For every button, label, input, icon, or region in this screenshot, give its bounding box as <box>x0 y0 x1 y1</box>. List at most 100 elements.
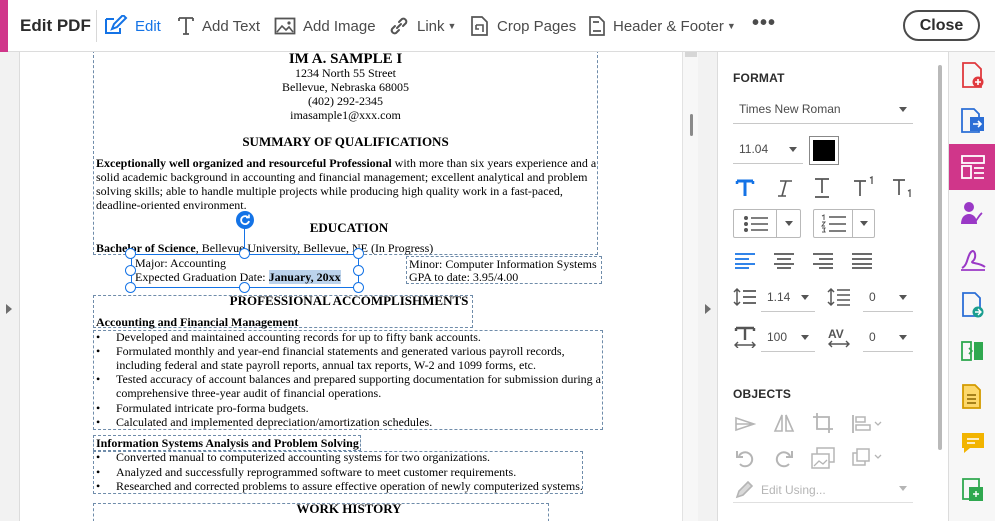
resize-handle-bl[interactable] <box>125 282 136 293</box>
bold-text-icon[interactable] <box>735 178 755 198</box>
fill-sign-icon <box>960 250 986 271</box>
resize-handle-br[interactable] <box>353 282 364 293</box>
edit-pdf-tool[interactable] <box>949 144 995 190</box>
header-footer-button[interactable]: Header & Footer ▼ <box>588 14 736 38</box>
accomplishments-heading[interactable]: PROFESSIONAL ACCOMPLISHMENTS <box>93 294 605 308</box>
resize-handle-ml[interactable] <box>125 265 136 276</box>
summary-line-1[interactable]: Exceptionally well organized and resourc… <box>96 156 596 170</box>
organize-pages-tool[interactable] <box>949 328 995 374</box>
compress-tool[interactable] <box>949 466 995 512</box>
summary-line-4[interactable]: deadline-oriented environment. <box>96 198 247 212</box>
summary-line-3[interactable]: solving skills; able to handle multiple … <box>96 184 563 198</box>
header-footer-dropdown-caret[interactable]: ▼ <box>727 21 736 31</box>
edit-pdf-icon <box>960 155 985 179</box>
bullet-list-button[interactable] <box>733 209 801 238</box>
add-image-button[interactable]: Add Image <box>274 14 376 38</box>
chevron-down-icon <box>899 295 907 300</box>
rotate-counterclockwise-icon[interactable] <box>735 449 755 469</box>
chevron-down-icon[interactable] <box>860 221 868 226</box>
align-right-icon[interactable] <box>813 253 833 269</box>
flip-vertical-icon[interactable] <box>772 412 796 434</box>
grad-line[interactable]: Expected Graduation Date: January, 20xx <box>135 270 341 284</box>
collapse-right-panel-icon <box>705 304 711 314</box>
horizontal-scaling-icon <box>734 326 756 348</box>
gpa-line[interactable]: GPA to date: 3.95/4.00 <box>409 270 518 284</box>
add-text-label: Add Text <box>202 17 261 35</box>
format-panel-scrollbar[interactable] <box>938 65 942 450</box>
document-page[interactable]: IM A. SAMPLE I 1234 North 55 Street Bell… <box>21 52 682 521</box>
add-text-button[interactable]: Add Text <box>177 14 260 38</box>
request-signature-tool[interactable] <box>949 190 995 236</box>
subscript-icon[interactable] <box>891 176 915 200</box>
chevron-down-icon <box>801 295 809 300</box>
resize-handle-tc[interactable] <box>239 248 250 259</box>
education-heading[interactable]: EDUCATION <box>93 221 605 235</box>
horizontal-scale-dropdown[interactable]: 100 <box>761 330 815 352</box>
acct-subheading[interactable]: Accounting and Financial Management <box>96 315 298 329</box>
document-scrollbar[interactable] <box>682 52 698 521</box>
replace-image-icon[interactable] <box>811 447 835 469</box>
export-pdf-tool[interactable] <box>949 98 995 144</box>
align-center-icon[interactable] <box>774 253 794 269</box>
arrange-objects-icon[interactable] <box>851 448 885 468</box>
paragraph-spacing-icon <box>827 287 850 307</box>
summary-heading[interactable]: SUMMARY OF QUALIFICATIONS <box>93 135 598 149</box>
degree-line[interactable]: Bachelor of Science, Bellevue University… <box>96 241 433 255</box>
crop-pages-button[interactable]: Crop Pages <box>470 14 576 38</box>
create-pdf-tool[interactable] <box>949 52 995 98</box>
close-button[interactable]: Close <box>903 10 980 41</box>
align-left-icon[interactable] <box>735 253 755 269</box>
comment-tool[interactable] <box>949 420 995 466</box>
chevron-down-icon <box>899 486 907 491</box>
align-objects-icon[interactable] <box>851 414 885 434</box>
superscript-icon[interactable] <box>852 176 876 198</box>
resize-handle-tl[interactable] <box>125 248 136 259</box>
right-panel-toggle[interactable] <box>698 52 718 521</box>
line-spacing-dropdown[interactable]: 1.14 <box>761 290 815 312</box>
minor-line[interactable]: Minor: Computer Information Systems <box>409 257 597 271</box>
doc-email[interactable]: imasample1@xxx.com <box>93 108 598 122</box>
link-dropdown-caret[interactable]: ▼ <box>448 21 457 31</box>
scrollbar-thumb[interactable] <box>690 114 693 136</box>
scrollbar-top-cap <box>685 52 697 57</box>
split-divider <box>776 210 777 237</box>
numbered-list-button[interactable] <box>813 209 875 238</box>
flip-horizontal-icon[interactable] <box>734 414 756 434</box>
resize-handle-tr[interactable] <box>353 248 364 259</box>
is-subheading[interactable]: Information Systems Analysis and Problem… <box>96 436 359 450</box>
edit-using-dropdown[interactable]: Edit Using... <box>733 481 913 503</box>
font-size-dropdown[interactable]: 11.04 <box>733 142 803 164</box>
doc-address-2[interactable]: Bellevue, Nebraska 68005 <box>93 80 598 94</box>
justify-icon[interactable] <box>852 253 872 269</box>
share-tool[interactable] <box>949 282 995 328</box>
italic-text-icon[interactable] <box>774 178 794 198</box>
resize-handle-mr[interactable] <box>353 265 364 276</box>
edit-using-label: Edit Using... <box>761 483 826 497</box>
line-spacing-icon <box>733 287 756 307</box>
summary-line-2[interactable]: solid academic background in accounting … <box>96 170 587 184</box>
doc-address-1[interactable]: 1234 North 55 Street <box>93 66 598 80</box>
font-family-dropdown[interactable]: Times New Roman <box>733 102 913 124</box>
left-panel-toggle[interactable] <box>0 52 20 521</box>
paragraph-spacing-dropdown[interactable]: 0 <box>863 290 913 312</box>
work-history-heading[interactable]: WORK HISTORY <box>93 502 605 516</box>
link-button[interactable]: Link ▼ <box>388 14 456 38</box>
comment-icon <box>961 433 984 453</box>
font-color-picker[interactable] <box>809 136 839 165</box>
more-options-button[interactable]: ••• <box>752 12 776 35</box>
edit-button[interactable]: Edit <box>104 14 161 38</box>
character-spacing-dropdown[interactable]: 0 <box>863 330 913 352</box>
resize-handle-bc[interactable] <box>239 282 250 293</box>
major-line[interactable]: Major: Accounting <box>135 256 226 270</box>
summary-bold-text: Exceptionally well organized and resourc… <box>96 156 392 170</box>
rotate-clockwise-icon[interactable] <box>774 449 794 469</box>
grad-date-selected: January, 20xx <box>268 270 341 284</box>
tools-rail <box>948 52 995 521</box>
rotate-handle[interactable] <box>236 211 254 229</box>
doc-phone[interactable]: (402) 292-2345 <box>93 94 598 108</box>
crop-image-icon[interactable] <box>812 412 834 434</box>
scan-tool[interactable] <box>949 374 995 420</box>
chevron-down-icon[interactable] <box>785 221 793 226</box>
fill-sign-tool[interactable] <box>949 236 995 282</box>
underline-text-icon[interactable] <box>812 176 832 200</box>
